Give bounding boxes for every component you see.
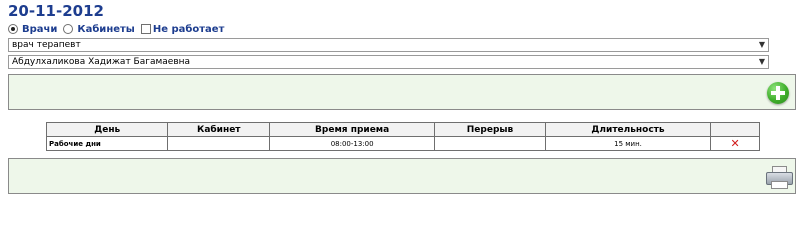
top-panel [8,74,796,110]
chevron-down-icon[interactable]: ▼ [759,57,765,66]
header-break: Перерыв [434,122,546,137]
cell-day: Рабочие дни [45,136,169,151]
not-working-label[interactable]: Не работает [153,24,225,35]
plus-circle-icon[interactable] [767,82,789,104]
header-duration: Длительность [544,122,712,137]
radio-cabinets[interactable] [63,24,74,34]
filter-bar: Врачи Кабинеты Не работает [8,22,224,36]
doctor-select-value: Абдулхаликова Хадижат Багамаевна [12,57,191,67]
cell-actions: ✕ [710,136,760,151]
header-day: День [45,122,169,137]
specialty-select[interactable]: врач терапевт ▼ [8,38,769,52]
table-row[interactable]: Рабочие дни 08:00-13:00 15 мин. ✕ [45,136,760,151]
radio-cabinets-label[interactable]: Кабинеты [77,24,134,35]
red-x-icon[interactable]: ✕ [730,137,739,150]
radio-doctors[interactable] [8,24,18,34]
chevron-down-icon[interactable]: ▼ [759,40,765,49]
header-actions [710,122,760,137]
cell-time: 08:00-13:00 [269,136,436,151]
header-cabinet: Кабинет [167,122,271,137]
cell-cabinet [167,136,271,151]
header-time: Время приема [269,122,436,137]
cell-break [434,136,546,151]
schedule-table: День Кабинет Время приема Перерыв Длител… [45,122,760,151]
radio-doctors-label[interactable]: Врачи [22,24,57,35]
not-working-checkbox[interactable] [140,24,151,34]
page-title: 20-11-2012 [8,2,104,20]
doctor-select[interactable]: Абдулхаликова Хадижат Багамаевна ▼ [8,55,769,69]
specialty-select-value: врач терапевт [12,40,81,50]
bottom-panel [8,158,796,194]
cell-duration: 15 мин. [544,136,712,151]
printer-icon[interactable] [766,166,793,189]
table-header-row: День Кабинет Время приема Перерыв Длител… [45,122,760,137]
